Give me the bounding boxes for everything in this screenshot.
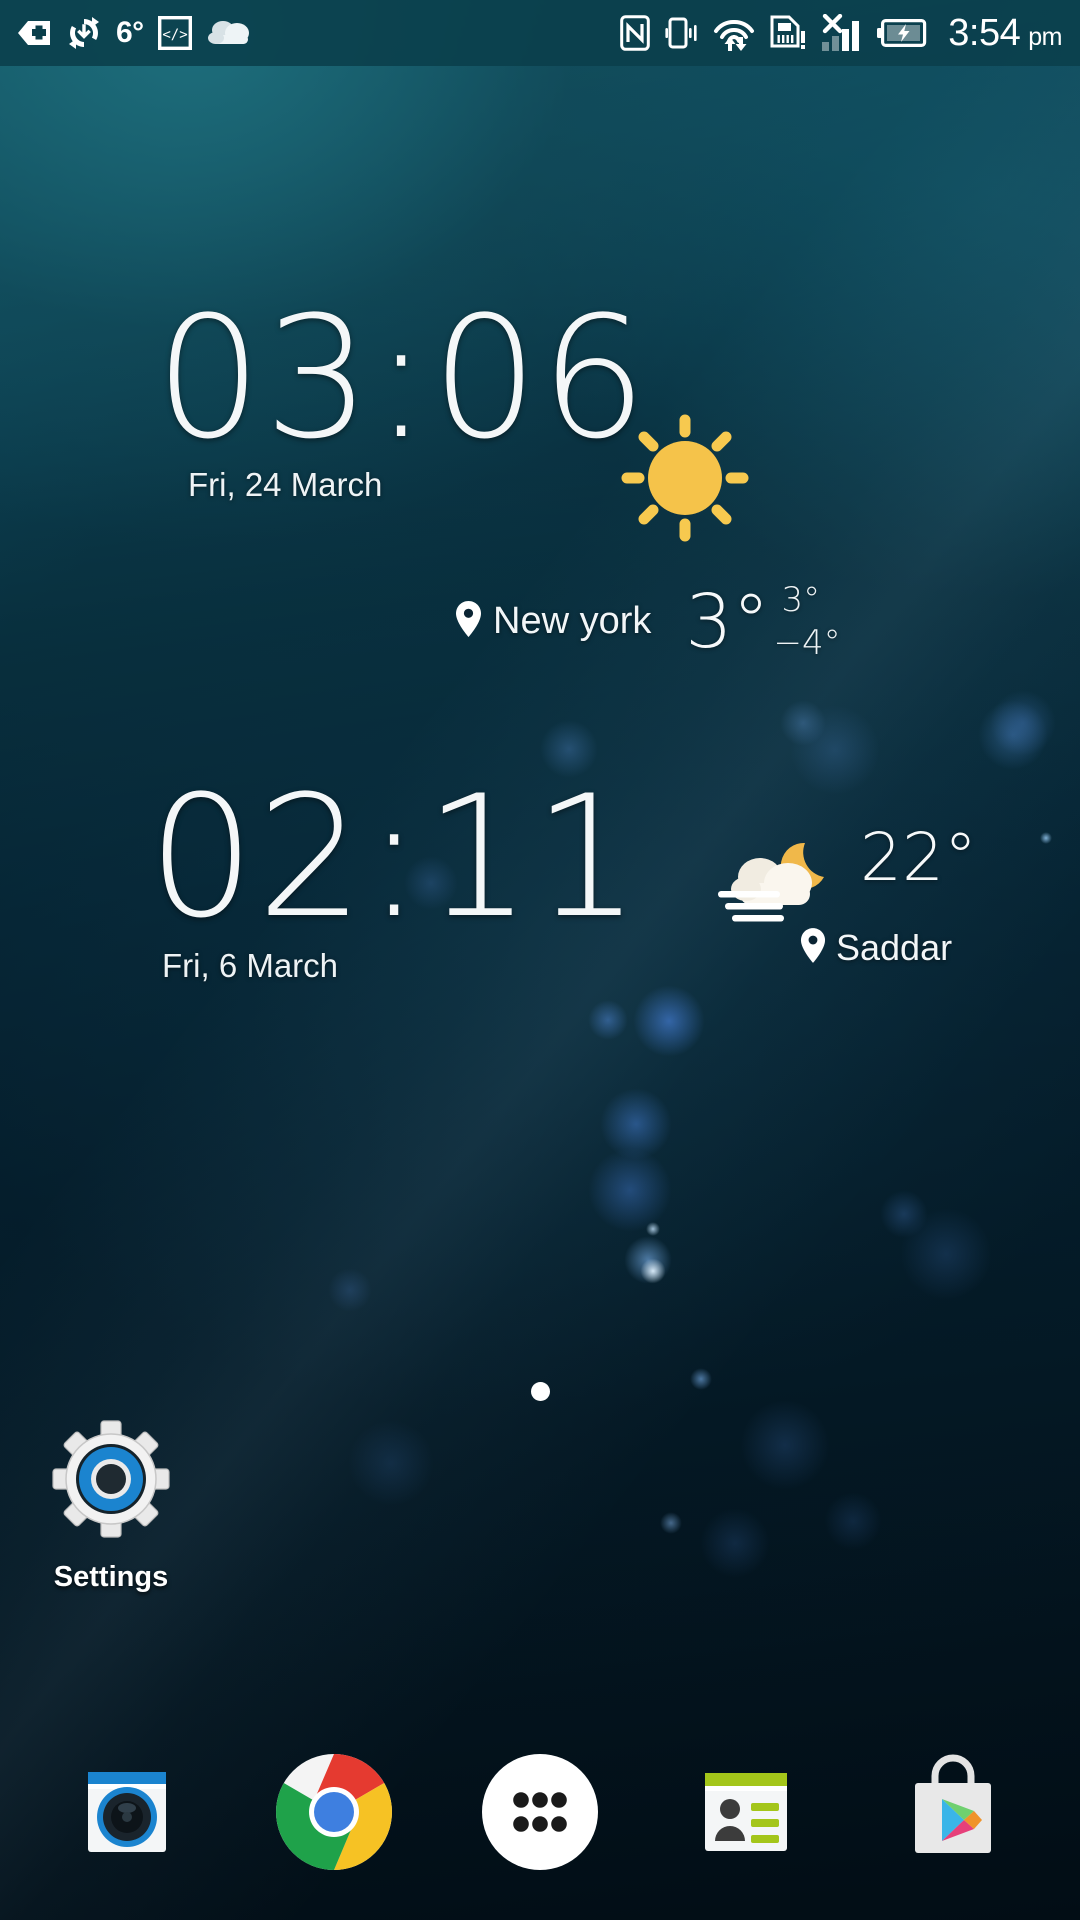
bokeh-dot — [880, 1190, 928, 1238]
bokeh-dot — [990, 690, 1056, 756]
nfc-icon — [620, 13, 651, 53]
bokeh-dot — [588, 1000, 628, 1040]
widget-primary-location: New york — [455, 600, 651, 643]
widget-primary-hilo: 3° −4° — [773, 579, 840, 664]
bokeh-dot — [348, 1420, 434, 1506]
cloud-icon — [206, 13, 254, 53]
widget-primary-temperature: 3° — [685, 578, 770, 665]
widget-secondary-location-label: Saddar — [836, 927, 953, 968]
widget-primary-time[interactable]: 03:06 — [155, 294, 649, 462]
bokeh-dot — [790, 705, 880, 795]
vibrate-icon — [663, 13, 699, 53]
bokeh-dot — [824, 1492, 882, 1550]
shortcut-settings-label: Settings — [53, 1561, 169, 1593]
sim-alert-icon — [769, 13, 807, 53]
bokeh-dot — [700, 1508, 770, 1578]
location-pin-icon — [455, 600, 482, 643]
widget-primary-low: −4° — [773, 622, 841, 663]
back-plus-icon — [16, 13, 52, 53]
developer-brackets-icon: </> — [157, 13, 192, 53]
bokeh-dot — [780, 700, 826, 746]
night-fog-icon — [713, 837, 831, 929]
widget-secondary-temperature: 22° — [860, 819, 977, 896]
bokeh-dot — [900, 1208, 992, 1300]
page-indicator[interactable] — [0, 1382, 1080, 1401]
bokeh-dot — [978, 700, 1048, 770]
dock-item-contacts[interactable] — [671, 1739, 821, 1889]
status-bar-left-group: 6° </> — [16, 13, 620, 53]
bokeh-dot — [624, 1236, 672, 1284]
play-store-icon[interactable] — [894, 1753, 1012, 1876]
gear-icon[interactable] — [50, 1418, 172, 1545]
status-bar-right-group: 3:54 pm — [620, 12, 1062, 55]
bokeh-dot — [646, 1222, 660, 1236]
location-pin-icon — [800, 927, 826, 969]
sun-icon — [600, 408, 770, 548]
bokeh-dot — [740, 1400, 830, 1490]
widget-primary-high: 3° — [781, 580, 821, 620]
wifi-transfer-icon — [712, 13, 756, 53]
dock-item-app-drawer[interactable] — [465, 1739, 615, 1889]
camera-icon[interactable] — [68, 1753, 186, 1876]
widget-primary-weather-row: New york 3° 3° −4° — [0, 579, 1080, 664]
no-signal-icon — [820, 13, 864, 53]
status-temperature: 6° — [116, 16, 144, 49]
widget-secondary-time[interactable]: 02:11 — [148, 773, 642, 941]
bokeh-dot — [640, 1258, 666, 1284]
app-drawer-icon[interactable] — [476, 1748, 604, 1881]
sync-download-icon — [66, 13, 102, 53]
dock-item-chrome[interactable] — [259, 1739, 409, 1889]
bokeh-dot — [600, 1088, 672, 1160]
dock[interactable] — [0, 1720, 1080, 1920]
widget-primary-date: Fri, 24 March — [188, 466, 383, 503]
status-clock-time: 3:54 — [948, 11, 1021, 54]
bokeh-dot — [1040, 832, 1052, 844]
widget-primary-location-label: New york — [493, 600, 652, 642]
dock-item-camera[interactable] — [52, 1739, 202, 1889]
bokeh-dot — [660, 1512, 682, 1534]
dock-item-play-store[interactable] — [878, 1739, 1028, 1889]
status-bar[interactable]: 6° </> 3:54 pm — [0, 0, 1080, 66]
page-indicator-dot[interactable] — [530, 1382, 550, 1401]
bokeh-dot — [588, 1148, 672, 1232]
status-bar-clock: 3:54 pm — [948, 12, 1062, 55]
svg-text:</>: </> — [162, 27, 187, 43]
widget-secondary-location: Saddar — [800, 927, 952, 969]
contacts-icon[interactable] — [687, 1753, 805, 1876]
chrome-icon[interactable] — [271, 1749, 397, 1880]
bokeh-dot — [632, 984, 706, 1058]
battery-charging-icon — [877, 13, 929, 53]
bokeh-dot — [328, 1268, 372, 1312]
shortcut-settings[interactable]: Settings — [36, 1418, 186, 1594]
status-clock-period: pm — [1028, 22, 1062, 51]
widget-secondary-date: Fri, 6 March — [162, 947, 339, 984]
